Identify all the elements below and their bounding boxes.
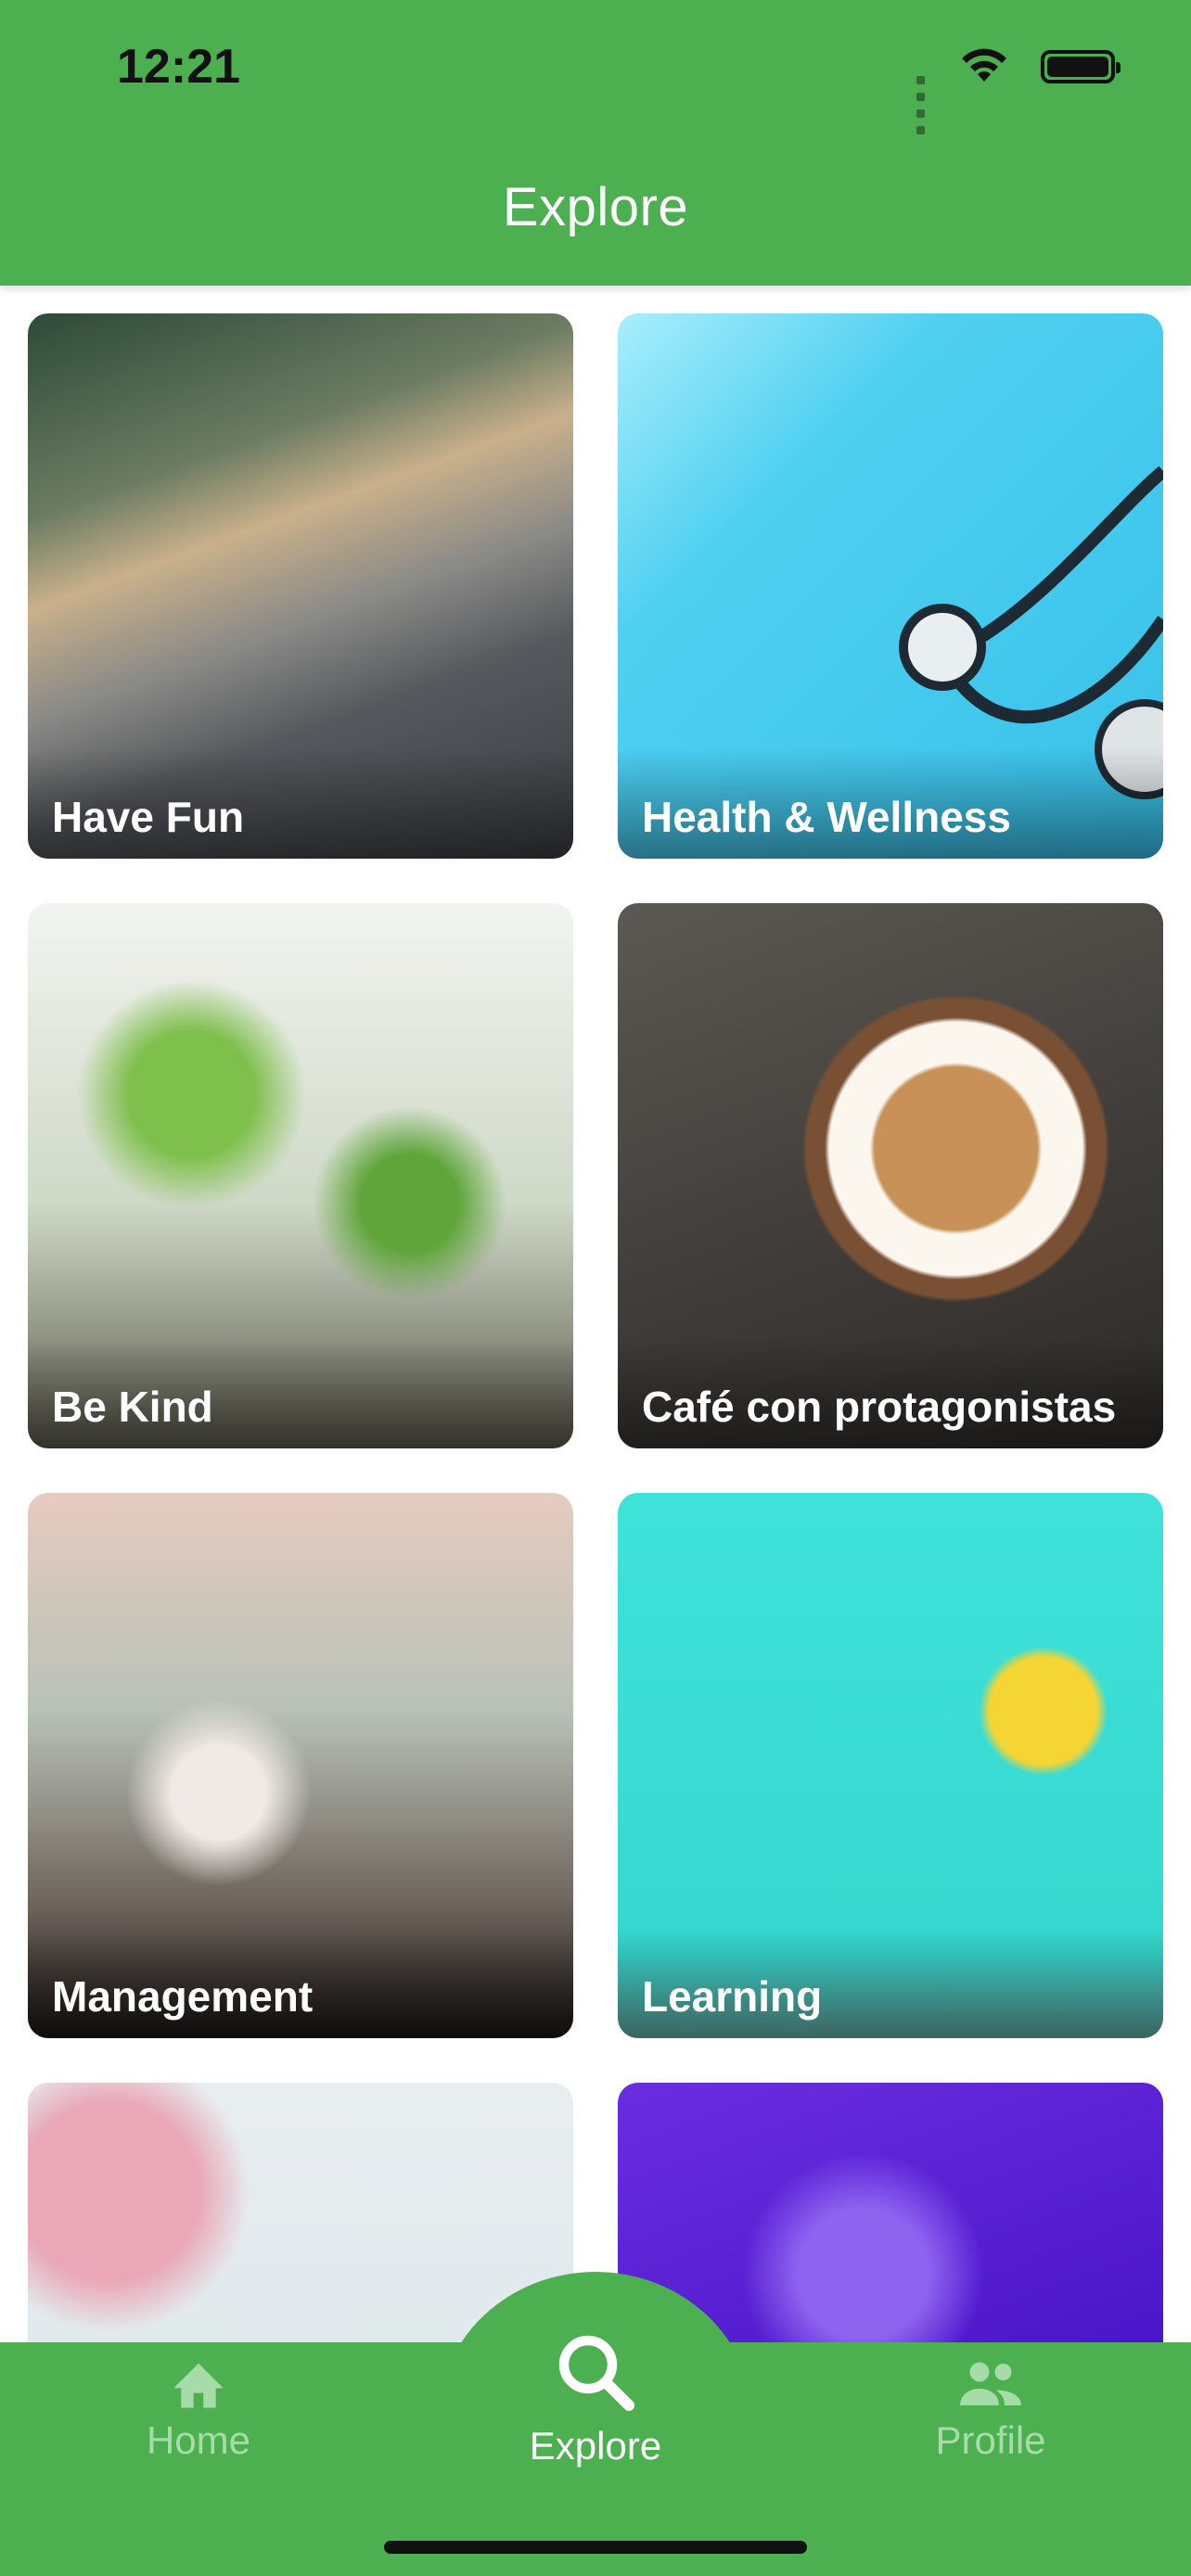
wifi-icon bbox=[962, 48, 1006, 82]
search-icon bbox=[558, 2335, 634, 2411]
category-label: Health & Wellness bbox=[642, 793, 1011, 841]
nav-explore[interactable]: Explore bbox=[484, 2327, 707, 2468]
category-label: Learning bbox=[642, 1972, 823, 2021]
signal-icon bbox=[916, 72, 929, 139]
category-card-7[interactable] bbox=[28, 2083, 573, 2342]
home-indicator bbox=[384, 2541, 807, 2554]
nav-profile[interactable]: Profile bbox=[879, 2355, 1102, 2485]
battery-icon bbox=[1041, 50, 1121, 83]
status-time: 12:21 bbox=[117, 40, 240, 94]
category-card-learning[interactable]: Learning bbox=[618, 1493, 1163, 2038]
category-card-8[interactable] bbox=[618, 2083, 1163, 2342]
category-card-management[interactable]: Management bbox=[28, 1493, 573, 2038]
nav-home[interactable]: Home bbox=[87, 2355, 310, 2485]
nav-home-label: Home bbox=[146, 2418, 251, 2462]
home-icon bbox=[173, 2363, 224, 2408]
category-card-cafe[interactable]: Café con protagonistas bbox=[618, 903, 1163, 1448]
category-grid: Have Fun Health & Wellness Be Kind Café … bbox=[0, 286, 1191, 2342]
category-label: Café con protagonistas bbox=[642, 1383, 1117, 1431]
category-card-health-wellness[interactable]: Health & Wellness bbox=[618, 313, 1163, 859]
category-label: Be Kind bbox=[52, 1383, 213, 1431]
category-card-be-kind[interactable]: Be Kind bbox=[28, 903, 573, 1448]
page-title: Explore bbox=[502, 177, 689, 237]
category-label: Have Fun bbox=[52, 793, 245, 841]
nav-profile-label: Profile bbox=[935, 2418, 1046, 2462]
app-header: 12:21 Explore bbox=[0, 0, 1191, 286]
people-icon bbox=[960, 2362, 1021, 2405]
category-card-have-fun[interactable]: Have Fun bbox=[28, 313, 573, 859]
nav-explore-label: Explore bbox=[529, 2424, 662, 2468]
category-label: Management bbox=[52, 1972, 314, 2021]
